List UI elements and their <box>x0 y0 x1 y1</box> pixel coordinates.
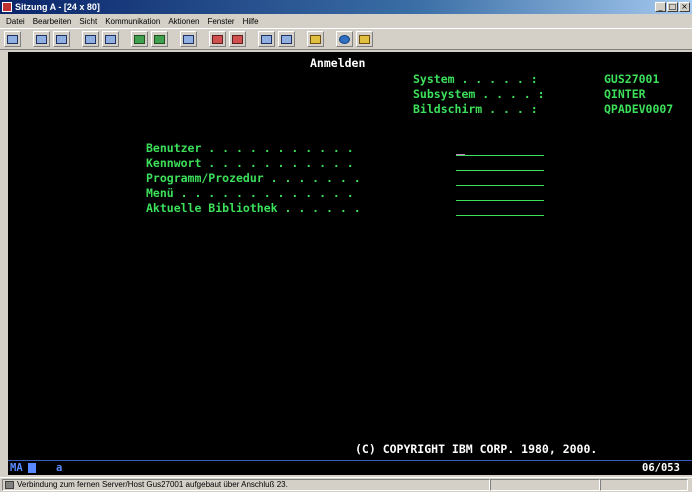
session-app-icon[interactable] <box>2 2 12 12</box>
globe-button[interactable] <box>336 31 353 47</box>
field-label-menue: Menü . . . . . . . . . . . . . <box>146 186 354 200</box>
play-button[interactable] <box>229 31 246 47</box>
receive-icon <box>105 34 116 44</box>
terminal-screen[interactable]: Anmelden System . . . . . : GUS27001 Sub… <box>8 52 692 460</box>
status-bar: Verbindung zum fernen Server/Host Gus270… <box>0 477 692 492</box>
menu-fenster[interactable]: Fenster <box>203 17 238 26</box>
kennwort-input[interactable] <box>456 170 544 171</box>
system-label: System . . . . . : <box>413 72 538 86</box>
receive-button[interactable] <box>102 31 119 47</box>
macro-button[interactable] <box>258 31 275 47</box>
menu-sicht[interactable]: Sicht <box>75 17 101 26</box>
field-label-kennwort: Kennwort . . . . . . . . . . . <box>146 156 354 170</box>
display-button[interactable] <box>131 31 148 47</box>
menue-input[interactable] <box>456 200 544 201</box>
oia-indicator: a <box>56 462 63 474</box>
window-title: Sitzung A - [24 x 80] <box>15 2 100 12</box>
close-button[interactable]: × <box>679 2 690 12</box>
edit-icon <box>359 34 370 44</box>
subsystem-label: Subsystem . . . . : <box>413 87 545 101</box>
session-button[interactable] <box>151 31 168 47</box>
printer-button[interactable] <box>307 31 324 47</box>
globe-icon <box>339 34 350 44</box>
paste-button[interactable] <box>53 31 70 47</box>
display-label: Bildschirm . . . : <box>413 102 538 116</box>
menu-aktionen[interactable]: Aktionen <box>164 17 203 26</box>
play-icon <box>232 34 243 44</box>
keypad-icon <box>183 34 194 44</box>
macro-run-button[interactable] <box>278 31 295 47</box>
send-icon <box>85 34 96 44</box>
menu-hilfe[interactable]: Hilfe <box>239 17 263 26</box>
menu-bar: Datei Bearbeiten Sicht Kommunikation Akt… <box>0 14 692 28</box>
menu-kommunikation[interactable]: Kommunikation <box>101 17 164 26</box>
system-value: GUS27001 <box>604 72 660 86</box>
field-label-benutzer: Benutzer . . . . . . . . . . . <box>146 141 354 155</box>
cursor-position: 06/053 <box>642 462 680 474</box>
operator-info-area: MA a 06/053 <box>8 460 692 475</box>
oia-mode: MA <box>10 462 23 474</box>
status-message-cell: Verbindung zum fernen Server/Host Gus270… <box>2 479 490 491</box>
screen-title: Anmelden <box>310 56 366 70</box>
macro-run-icon <box>281 34 292 44</box>
edit-button[interactable] <box>356 31 373 47</box>
printer-icon <box>310 34 321 44</box>
record-button[interactable] <box>209 31 226 47</box>
bibliothek-input[interactable] <box>456 215 544 216</box>
macro-icon <box>261 34 272 44</box>
screen-icon <box>7 34 18 44</box>
status-cell-2 <box>490 479 600 491</box>
display-icon <box>134 34 145 44</box>
oia-status-block <box>28 463 36 473</box>
field-label-programm: Programm/Prozedur . . . . . . . <box>146 171 361 185</box>
title-bar: Sitzung A - [24 x 80] _ □ × <box>0 0 692 14</box>
minimize-button[interactable]: _ <box>655 2 666 12</box>
screen-button[interactable] <box>4 31 21 47</box>
session-icon <box>154 34 165 44</box>
field-label-bibliothek: Aktuelle Bibliothek . . . . . . <box>146 201 361 215</box>
record-icon <box>212 34 223 44</box>
maximize-button[interactable]: □ <box>667 2 678 12</box>
connection-icon <box>5 481 14 489</box>
status-message: Verbindung zum fernen Server/Host Gus270… <box>17 480 288 489</box>
copyright-notice: (C) COPYRIGHT IBM CORP. 1980, 2000. <box>355 442 598 456</box>
menu-datei[interactable]: Datei <box>2 17 29 26</box>
send-button[interactable] <box>82 31 99 47</box>
subsystem-value: QINTER <box>604 87 646 101</box>
toolbar <box>0 28 692 50</box>
copy-button[interactable] <box>33 31 50 47</box>
display-value: QPADEV0007 <box>604 102 674 116</box>
status-cell-3 <box>600 479 688 491</box>
keypad-button[interactable] <box>180 31 197 47</box>
menu-bearbeiten[interactable]: Bearbeiten <box>29 17 76 26</box>
benutzer-input[interactable] <box>456 155 544 156</box>
paste-icon <box>56 34 67 44</box>
copy-icon <box>36 34 47 44</box>
programm-input[interactable] <box>456 185 544 186</box>
